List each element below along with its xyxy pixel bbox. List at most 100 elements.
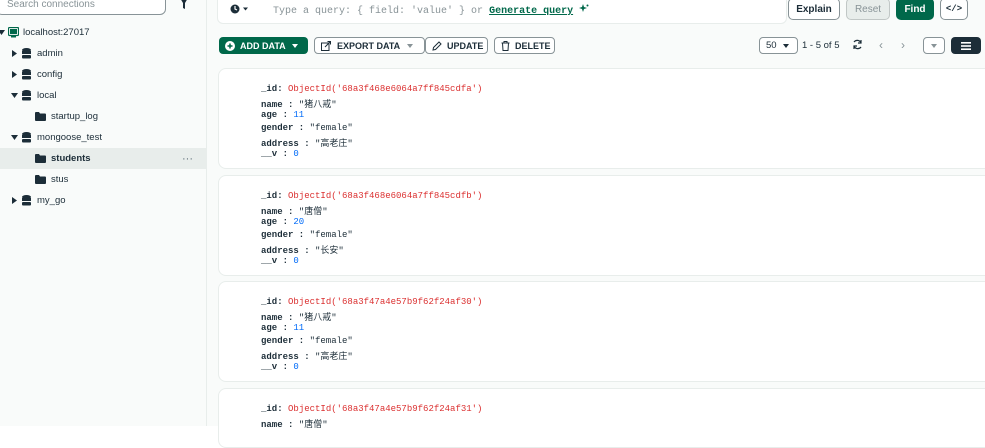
gender-value: "female" [309,336,353,346]
sidebar-item-startup-log[interactable]: startup_log [0,106,206,127]
next-page-icon[interactable]: › [901,38,905,52]
collection-label: stus [51,174,69,185]
chevron-right-icon [10,197,18,205]
v-value: 0 [293,256,299,266]
refresh-icon[interactable] [852,39,863,50]
connection-label: localhost:27017 [23,27,90,38]
reset-button[interactable]: Reset [846,0,890,20]
server-icon [8,27,19,38]
chevron-right-icon [10,71,18,79]
database-icon [22,195,31,206]
generate-query-link[interactable]: Generate query [489,6,573,17]
export-data-button[interactable]: EXPORT DATA [314,37,425,54]
field-id: _id: ObjectId('68a3f468e6064a7ff845cdfa'… [261,84,483,94]
objectid-value: ObjectId('68a3f468e6064a7ff845cdfa') [288,84,483,94]
age-value: 11 [293,110,305,120]
objectid-value: ObjectId('68a3f47a4e57b9f62f24af31') [288,404,483,414]
view-json-button[interactable] [951,37,981,54]
database-icon [22,132,31,143]
explain-button[interactable]: Explain [788,0,840,20]
caret-down-icon [931,43,937,48]
document-card[interactable]: _id: ObjectId('68a3f468e6064a7ff845cdfb'… [218,175,985,276]
update-button[interactable]: UPDATE [425,37,488,54]
field-name: name : "猪八戒" [261,313,337,323]
delete-label: DELETE [515,40,551,51]
field-name: name : "唐僧" [261,420,328,430]
pagination-range: 1 - 5 of 5 [802,40,840,51]
export-icon [321,40,331,51]
folder-icon [35,154,46,163]
field-gender: gender : "female" [261,123,353,133]
document-card[interactable]: _id: ObjectId('68a3f468e6064a7ff845cdfa'… [218,68,985,169]
objectid-value: ObjectId('68a3f47a4e57b9f62f24af30') [288,297,483,307]
export-data-label: EXPORT DATA [337,40,401,51]
page-size-value: 50 [766,40,777,51]
v-value: 0 [293,149,299,159]
field-age: age : 11 [261,323,305,333]
sidebar-item-stus[interactable]: stus [0,169,206,190]
more-options-icon[interactable]: ··· [182,153,193,165]
address-value: "长安" [315,246,344,256]
sidebar-item-config[interactable]: config [0,64,206,85]
field-address: address : "高老庄" [261,352,353,362]
sidebar-item-admin[interactable]: admin [0,43,206,64]
field-address: address : "长安" [261,246,344,256]
page-size-select[interactable]: 50 [759,37,798,54]
documents-panel: Type a query: { field: 'value' } or Gene… [207,0,985,448]
field-gender: gender : "female" [261,336,353,346]
field-age: age : 11 [261,110,305,120]
sidebar-item-students[interactable]: students ··· [0,148,206,169]
query-input[interactable]: Type a query: { field: 'value' } or Gene… [273,4,589,17]
search-connections-box[interactable] [0,0,166,15]
document-card[interactable]: _id: ObjectId('68a3f47a4e57b9f62f24af31'… [218,388,985,448]
field-v: __v : 0 [261,149,299,159]
previous-page-icon[interactable]: ‹ [879,38,883,52]
database-icon [22,69,31,80]
plus-circle-icon [225,40,235,51]
field-gender: gender : "female" [261,230,353,240]
v-value: 0 [293,362,299,372]
gender-value: "female" [309,230,353,240]
pencil-icon [432,40,442,51]
code-toggle-button[interactable]: </> [940,0,968,20]
field-v: __v : 0 [261,256,299,266]
field-id: _id: ObjectId('68a3f468e6064a7ff845cdfb'… [261,191,483,201]
update-label: UPDATE [447,40,484,51]
name-value: "猪八戒" [298,100,337,110]
caret-down-icon [782,43,789,48]
chevron-down-icon [10,92,18,100]
field-id: _id: ObjectId('68a3f47a4e57b9f62f24af31'… [261,404,483,414]
name-value: "唐僧" [298,420,328,430]
add-data-button[interactable]: ADD DATA [219,37,308,54]
sidebar-item-local[interactable]: local [0,85,206,106]
search-connections-input[interactable] [7,0,157,10]
connection-row[interactable]: localhost:27017 [0,22,206,43]
name-value: "唐僧" [298,207,328,217]
query-bar[interactable]: Type a query: { field: 'value' } or Gene… [217,0,787,24]
chevron-down-icon [0,29,5,37]
address-value: "高老庄" [315,352,353,362]
document-card[interactable]: _id: ObjectId('68a3f47a4e57b9f62f24af30'… [218,281,985,382]
find-button[interactable]: Find [896,0,934,20]
chevron-down-icon [10,134,18,142]
database-label: my_go [37,195,66,206]
database-label: admin [37,48,63,59]
field-name: name : "唐僧" [261,207,328,217]
filter-icon[interactable] [178,0,190,10]
sidebar-item-my-go[interactable]: my_go [0,190,206,211]
collection-label: startup_log [51,111,99,122]
field-id: _id: ObjectId('68a3f47a4e57b9f62f24af30'… [261,297,483,307]
delete-button[interactable]: DELETE [494,37,555,54]
sidebar-item-mongoose-test[interactable]: mongoose_test [0,127,206,148]
database-icon [22,48,31,59]
add-data-label: ADD DATA [240,40,286,51]
view-list-button[interactable] [923,37,945,54]
chevron-right-icon [10,50,18,58]
history-icon[interactable] [230,4,250,14]
database-label: config [37,69,63,80]
caret-down-icon [291,43,298,48]
name-value: "猪八戒" [298,313,337,323]
age-value: 20 [293,217,305,227]
database-label: local [37,90,57,101]
trash-icon [501,40,510,51]
